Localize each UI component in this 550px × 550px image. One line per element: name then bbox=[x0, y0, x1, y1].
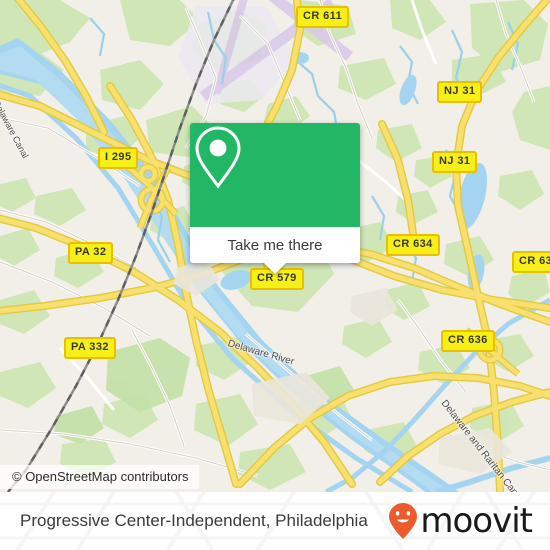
moovit-wordmark: moovit bbox=[420, 501, 533, 541]
road-shield: CR 636 bbox=[441, 330, 495, 352]
osm-attribution[interactable]: © OpenStreetMap contributors bbox=[0, 465, 199, 489]
road-shield: I 295 bbox=[98, 147, 139, 169]
road-shield: CR 636 bbox=[512, 251, 550, 273]
moovit-pin-smiley-icon bbox=[389, 503, 418, 539]
page-title: Progressive Center-Independent, Philadel… bbox=[20, 511, 368, 530]
road-shield: CR 634 bbox=[386, 234, 440, 256]
road-shield: NJ 31 bbox=[437, 81, 483, 103]
take-me-there-label: Take me there bbox=[227, 236, 323, 254]
popup-header bbox=[190, 123, 360, 227]
location-popup-card[interactable]: Take me there bbox=[190, 123, 360, 274]
road-shield: NJ 31 bbox=[432, 151, 478, 173]
road-shield: PA 332 bbox=[64, 337, 116, 359]
map-canvas[interactable]: CR 611 NJ 31 NJ 31 I 295 PA 32 CR 634 CR… bbox=[0, 0, 550, 492]
moovit-brand[interactable]: moovit bbox=[388, 501, 533, 541]
road-shield: PA 32 bbox=[68, 242, 114, 264]
map-screenshot: CR 611 NJ 31 NJ 31 I 295 PA 32 CR 634 CR… bbox=[0, 0, 550, 550]
road-shield: CR 611 bbox=[296, 6, 350, 28]
take-me-there-button[interactable]: Take me there bbox=[190, 227, 360, 263]
map-pin-icon bbox=[195, 126, 241, 189]
popup-pointer-tail bbox=[264, 263, 286, 274]
footer-bar: Progressive Center-Independent, Philadel… bbox=[0, 492, 550, 550]
